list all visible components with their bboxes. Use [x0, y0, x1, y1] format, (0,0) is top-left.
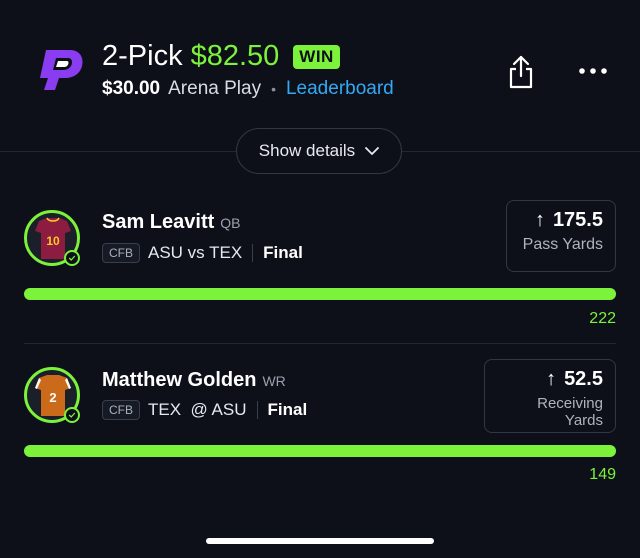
jersey-number: 10: [46, 234, 60, 248]
progress-fill: [24, 288, 616, 300]
stat-type: Pass Yards: [522, 236, 603, 253]
actual-result: 222: [589, 310, 616, 327]
player-position: QB: [220, 215, 241, 231]
game-info: CFB ASU vs TEX Final: [102, 243, 303, 263]
player-position: WR: [262, 373, 286, 389]
entry-subtitle: $30.00 Arena Play • Leaderboard: [102, 78, 394, 100]
projection-line: 175.5: [552, 209, 603, 231]
matchup: ASU vs TEX: [148, 243, 243, 262]
play-type: Arena Play: [168, 78, 262, 99]
actual-result: 149: [589, 466, 616, 483]
more-dots-icon[interactable]: [578, 66, 608, 76]
payout-amount: $82.50: [190, 40, 280, 72]
game-info-divider: [256, 401, 258, 419]
separator-dot: •: [271, 81, 276, 97]
projection-line: 52.5: [564, 368, 603, 390]
game-status: Final: [263, 243, 303, 262]
share-icon[interactable]: [506, 54, 536, 90]
league-tag: CFB: [102, 243, 140, 263]
jersey-number: 2: [49, 390, 56, 405]
pick-count-label: 2-Pick: [102, 40, 183, 72]
entry-title: 2-Pick $82.50 WIN: [102, 40, 340, 73]
home-indicator[interactable]: [206, 538, 434, 544]
player-name: Sam Leavitt: [102, 211, 215, 233]
pick-divider: [24, 343, 616, 344]
projection-box: ↑ 52.5 Receiving Yards: [484, 359, 616, 433]
player-name-line: Matthew Golden WR: [102, 369, 286, 392]
projection-value: ↑ 52.5: [497, 368, 603, 391]
stat-type: Receiving Yards: [537, 395, 603, 429]
arrow-up-icon: ↑: [546, 368, 557, 390]
player-avatar: 10: [24, 210, 80, 266]
progress-bar: [24, 288, 616, 300]
game-status: Final: [267, 400, 308, 419]
projection-box: ↑ 175.5 Pass Yards: [506, 200, 616, 272]
check-icon: [64, 407, 80, 423]
leaderboard-link[interactable]: Leaderboard: [286, 78, 394, 100]
app-logo: [40, 50, 83, 90]
progress-bar: [24, 445, 616, 457]
entry-amount: $30.00: [102, 78, 161, 99]
player-name: Matthew Golden: [102, 369, 257, 391]
player-name-line: Sam Leavitt QB: [102, 211, 241, 234]
arrow-up-icon: ↑: [534, 209, 545, 231]
progress-fill: [24, 445, 616, 457]
check-icon: [64, 250, 80, 266]
show-details-button[interactable]: Show details: [236, 128, 402, 174]
chevron-down-icon: [365, 147, 380, 155]
game-info-divider: [252, 244, 254, 262]
show-details-label: Show details: [258, 141, 356, 160]
matchup: TEX @ ASU: [148, 400, 247, 419]
game-info: CFB TEX @ ASU Final: [102, 400, 307, 420]
win-badge: WIN: [293, 44, 340, 69]
league-tag: CFB: [102, 400, 140, 420]
player-avatar: 2: [24, 367, 80, 423]
projection-value: ↑ 175.5: [519, 209, 603, 232]
